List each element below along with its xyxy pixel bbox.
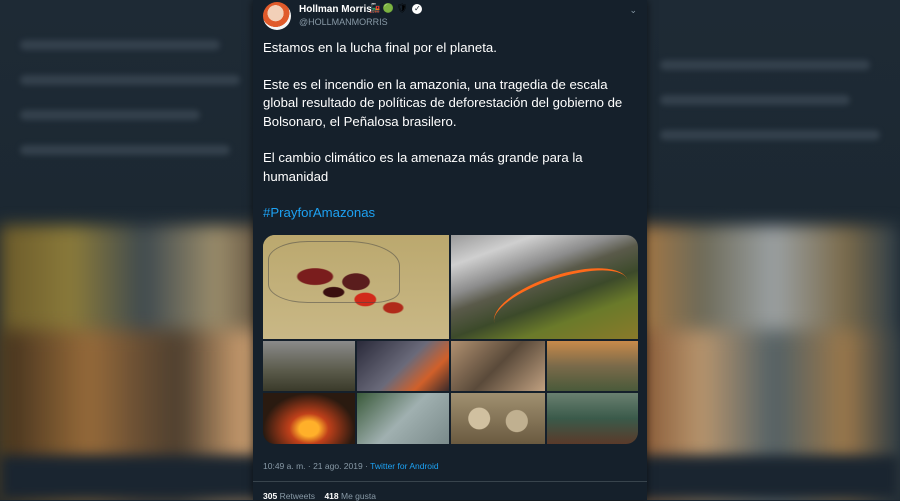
background-blur-line xyxy=(20,110,200,120)
tweet-paragraph: Este es el incendio en la amazonia, una … xyxy=(263,76,623,129)
verified-icon: ✓ xyxy=(412,4,423,14)
media-image-night-fire[interactable] xyxy=(263,393,355,444)
divider xyxy=(253,481,647,482)
media-image-smoke[interactable] xyxy=(263,341,355,391)
background-blur-line xyxy=(20,75,240,85)
source-link[interactable]: Twitter for Android xyxy=(370,461,439,471)
avatar[interactable] xyxy=(263,2,291,30)
background-blur-line xyxy=(660,60,870,70)
author-emojis: 🚂 🟢 🛡 xyxy=(369,3,408,13)
media-image-map[interactable] xyxy=(263,235,449,339)
media-image-monkeys[interactable] xyxy=(451,393,545,444)
author-name[interactable]: Hollman Morris xyxy=(299,4,372,15)
media-image-aerial-fire[interactable] xyxy=(451,235,638,349)
background-blur-line xyxy=(20,40,220,50)
media-image-roots[interactable] xyxy=(451,341,545,391)
background-blur-line xyxy=(20,145,230,155)
hashtag-link[interactable]: #PrayforAmazonas xyxy=(263,205,375,220)
tweet-text: Estamos en la lucha final por el planeta… xyxy=(263,39,635,223)
background-blur-line xyxy=(660,95,850,105)
media-image-cleared-land[interactable] xyxy=(547,341,638,391)
background-blur-line xyxy=(660,130,880,140)
timestamp[interactable]: 10:49 a. m. · 21 ago. 2019 · xyxy=(263,461,370,471)
tweet-card: Hollman Morris 🚂 🟢 🛡 ✓ @HOLLMANMORRIS ⌄ … xyxy=(253,0,647,501)
tweet-paragraph: El cambio climático es la amenaza más gr… xyxy=(263,150,583,184)
media-image-smoke-canopy[interactable] xyxy=(357,393,449,444)
media-image-burning-forest[interactable] xyxy=(357,341,449,391)
media-image-forest-haze[interactable] xyxy=(547,393,638,444)
media-grid xyxy=(263,235,638,444)
tweet-meta: 10:49 a. m. · 21 ago. 2019 · Twitter for… xyxy=(263,461,439,471)
chevron-down-icon[interactable]: ⌄ xyxy=(629,5,637,16)
author-handle[interactable]: @HOLLMANMORRIS xyxy=(299,17,388,27)
tweet-paragraph: Estamos en la lucha final por el planeta… xyxy=(263,40,497,55)
